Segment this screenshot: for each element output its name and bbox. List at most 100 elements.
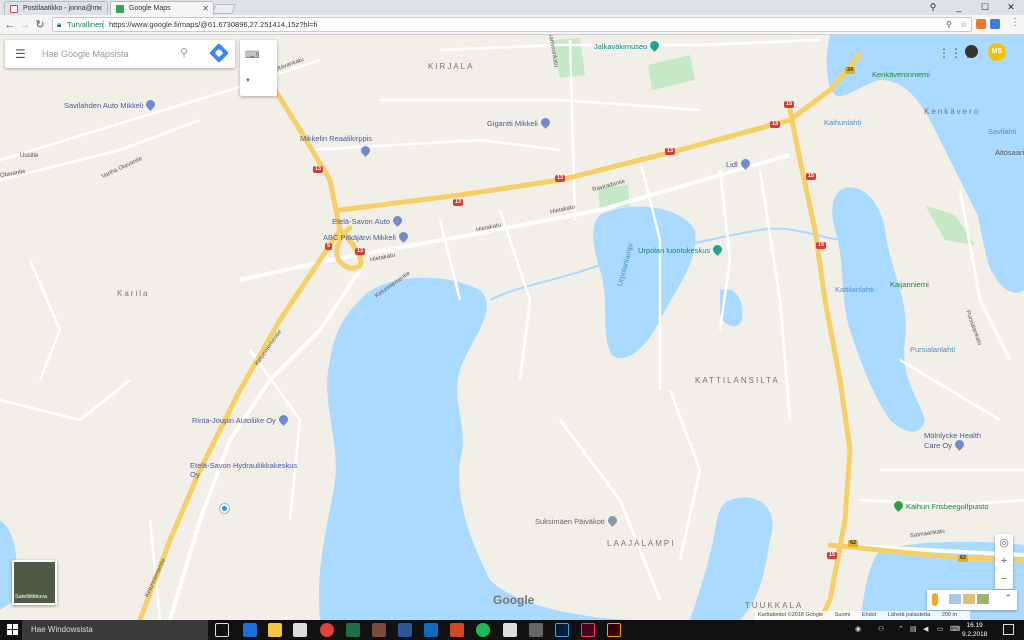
mail-icon[interactable] [503, 623, 517, 637]
pegman-icon[interactable] [932, 593, 938, 606]
address-bar[interactable]: 🔒︎ Turvallinen https://www.google.fi/map… [52, 17, 972, 32]
search-box[interactable]: ☰ Hae Google Mapsista ⚲ [5, 40, 235, 68]
imagery-thumbnail[interactable] [949, 594, 961, 604]
poi-urpolan-luontokeskus[interactable]: Urpolan luontokeskus [638, 243, 725, 256]
taskbar-search[interactable]: Hae Windowsista [22, 620, 208, 640]
poi-jalkavakimuseo[interactable]: Jalkaväkimuseo [594, 39, 662, 52]
edge-icon[interactable] [243, 623, 257, 637]
minimize-button[interactable]: _ [946, 0, 972, 14]
excel-icon[interactable] [346, 623, 360, 637]
windows-start-icon[interactable] [7, 624, 18, 635]
search-icon[interactable]: ⚲ [180, 46, 188, 59]
close-window-button[interactable]: ✕ [998, 0, 1024, 14]
url-text[interactable]: https://www.google.fi/maps/@61.6730896,2… [109, 18, 317, 31]
browser-menu-icon[interactable]: ⋮ [1010, 17, 1020, 28]
maximize-button[interactable]: ☐ [972, 0, 998, 14]
network-icon[interactable]: ▤ [910, 625, 917, 633]
keyboard-icon[interactable]: ⌨ [245, 50, 259, 61]
poi-hydrauliikkakeskus[interactable]: Etelä-Savon Hydrauliikkakeskus Oy [190, 461, 300, 479]
shop-pin-icon[interactable] [358, 144, 372, 157]
forward-icon[interactable]: → [18, 18, 32, 32]
chevron-down-icon[interactable]: ▼ [245, 78, 251, 84]
poi-rinta-joupin[interactable]: Rinta-Joupin Autoliike Oy [192, 413, 290, 426]
indesign-icon[interactable] [581, 623, 595, 637]
close-tab-icon[interactable]: ✕ [96, 4, 103, 13]
water-label: Savilahti [988, 127, 1017, 136]
tab-gmail[interactable]: Postilaatikko - jonna@m ✕ [4, 1, 108, 15]
tab-bar: Postilaatikko - jonna@m ✕ Google Maps ✕ … [0, 0, 1024, 15]
directions-icon[interactable] [209, 43, 229, 63]
address-toolbar: ← → ↻ 🔒︎ Turvallinen https://www.google.… [0, 15, 1024, 35]
tab-google-maps[interactable]: Google Maps ✕ [110, 1, 214, 15]
satellite-toggle[interactable]: Satelliittikuva [12, 560, 57, 605]
country-link[interactable]: Suomi [835, 612, 851, 618]
poi-kaihun-frisbeegolfpuisto[interactable]: Kaihun Frisbeegolfpuisto [892, 499, 989, 512]
search-input[interactable]: Hae Google Mapsista [42, 49, 129, 59]
poi-kenkaveronniemi[interactable]: Kenkäveronniemi [872, 70, 930, 79]
map-canvas[interactable]: 13 13 13 13 13 13 15 15 15 15 24 62 62 5… [0, 35, 1024, 620]
volume-icon[interactable]: ◀ [923, 625, 928, 633]
poi-abc-pitkajarvi[interactable]: ABC Pitkäjärvi Mikkeli [323, 230, 410, 243]
zoom-in-button[interactable]: + [995, 552, 1013, 570]
feedback-link[interactable]: Lähetä palautetta [888, 612, 931, 618]
terms-link[interactable]: Ehdot [862, 612, 876, 618]
park-area [648, 55, 695, 90]
action-center-icon[interactable] [1003, 624, 1014, 635]
lake-shape [975, 146, 1024, 293]
new-tab-button[interactable] [212, 4, 236, 14]
illustrator-icon[interactable] [607, 623, 621, 637]
poi-suksimaen-paivakoti[interactable]: Suksimäen Päiväkoti [535, 514, 619, 527]
scale-label[interactable]: 200 m [942, 612, 957, 618]
imagery-thumbnail[interactable] [977, 594, 989, 604]
poi-savilahden-auto[interactable]: Savilahden Auto Mikkeli [64, 98, 158, 111]
profile-icon[interactable]: ⚲ [920, 0, 946, 14]
calculator-icon[interactable] [529, 623, 543, 637]
taskbar-clock[interactable]: 16.19 9.2.2018 [962, 621, 987, 639]
chevron-up-icon[interactable]: ⌃ [898, 625, 904, 633]
expand-icon[interactable]: ⌃ [1004, 593, 1012, 604]
poi-kaijanniemi[interactable]: Kaijanniemi [890, 280, 929, 289]
poi-gigantti[interactable]: Gigantti Mikkeli [487, 116, 552, 129]
bookmark-star-icon[interactable]: ☆ [960, 18, 967, 31]
app-icon[interactable] [372, 623, 386, 637]
poi-reaalikirppis[interactable]: Mikkelin Reaalikirppis [300, 134, 372, 143]
outlook-icon[interactable] [424, 623, 438, 637]
back-icon[interactable]: ← [3, 18, 17, 32]
language-icon[interactable]: ⌨ [950, 625, 960, 633]
reload-icon[interactable]: ↻ [33, 18, 47, 32]
word-icon[interactable] [398, 623, 412, 637]
poi-etela-savon-auto[interactable]: Etelä-Savon Auto [332, 214, 404, 227]
store-icon[interactable] [293, 623, 307, 637]
attribution-bar: Karttatiedot ©2018 Google Suomi Ehdot Lä… [755, 611, 971, 620]
school-pin-icon [605, 514, 619, 527]
zoom-out-button[interactable]: − [995, 570, 1013, 588]
road-shield: 5 [325, 243, 333, 250]
gmail-icon [10, 5, 18, 13]
poi-molnlycke[interactable]: Mölnlycke Health Care Oy [924, 431, 996, 451]
spotify-icon[interactable] [476, 623, 490, 637]
powerpoint-icon[interactable] [450, 623, 464, 637]
street-view-panel: ⌃ [927, 590, 1017, 610]
zoom-icon[interactable]: ⚲ [946, 18, 952, 31]
extension-icon[interactable] [976, 19, 986, 29]
imagery-thumbnail[interactable] [963, 594, 975, 604]
close-tab-icon[interactable]: ✕ [202, 4, 209, 13]
notifications-icon[interactable] [965, 45, 978, 58]
my-location-icon[interactable]: ◎ [995, 534, 1013, 552]
chrome-icon[interactable] [320, 623, 334, 637]
road-shield: 62 [848, 540, 859, 547]
nature-pin-icon [711, 243, 725, 256]
battery-icon[interactable]: ▭ [937, 625, 944, 633]
task-view-icon[interactable] [215, 623, 229, 637]
file-explorer-icon[interactable] [268, 623, 282, 637]
current-location-dot[interactable] [220, 504, 229, 513]
tray-app-icon[interactable]: ◉ [855, 625, 861, 633]
menu-icon[interactable]: ☰ [15, 48, 26, 60]
avatar[interactable]: MS [988, 43, 1006, 61]
poi-lidl[interactable]: Lidl [726, 157, 752, 170]
photoshop-icon[interactable] [555, 623, 569, 637]
shop-pin-icon [953, 438, 966, 451]
people-icon[interactable]: ⚇ [878, 625, 884, 633]
area-label: TUUKKALA [745, 601, 804, 610]
extension-icon[interactable] [990, 19, 1000, 29]
